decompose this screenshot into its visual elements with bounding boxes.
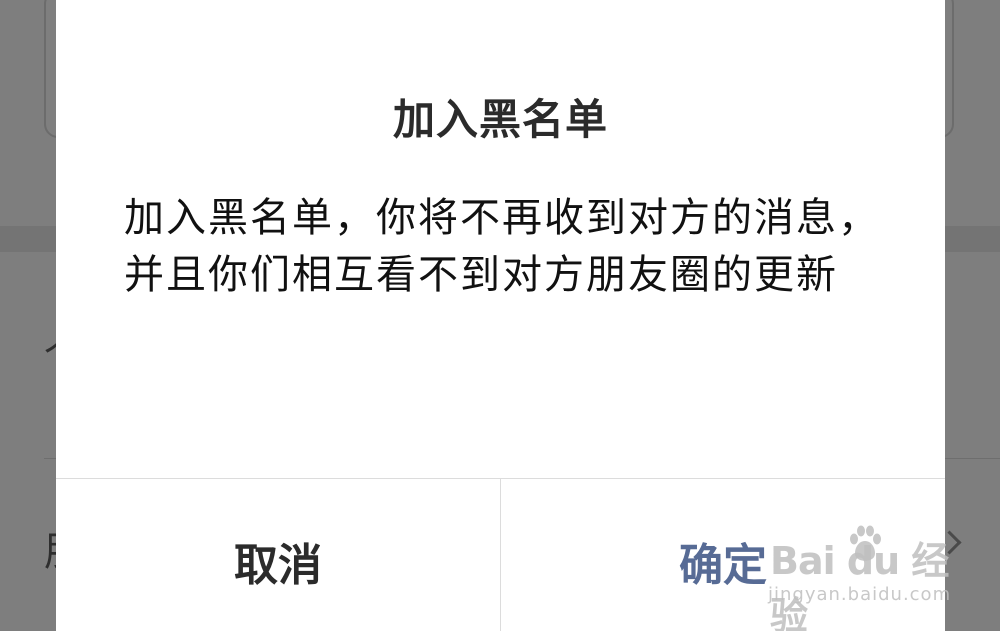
dialog-title: 加入黑名单 [392, 95, 608, 144]
baidu-watermark: Bai du 经验 jingyan.baidu.com [768, 522, 970, 631]
screen: 个 朋 加入黑名单 加入黑名单，你将不再收到对方的消息，并且你们相互看不到对方朋… [0, 0, 1000, 631]
cancel-button[interactable]: 取消 [56, 479, 501, 631]
watermark-url: jingyan.baidu.com [768, 584, 952, 605]
dialog-message: 加入黑名单，你将不再收到对方的消息，并且你们相互看不到对方朋友圈的更新 [124, 195, 880, 298]
paw-logo-icon [850, 525, 881, 561]
